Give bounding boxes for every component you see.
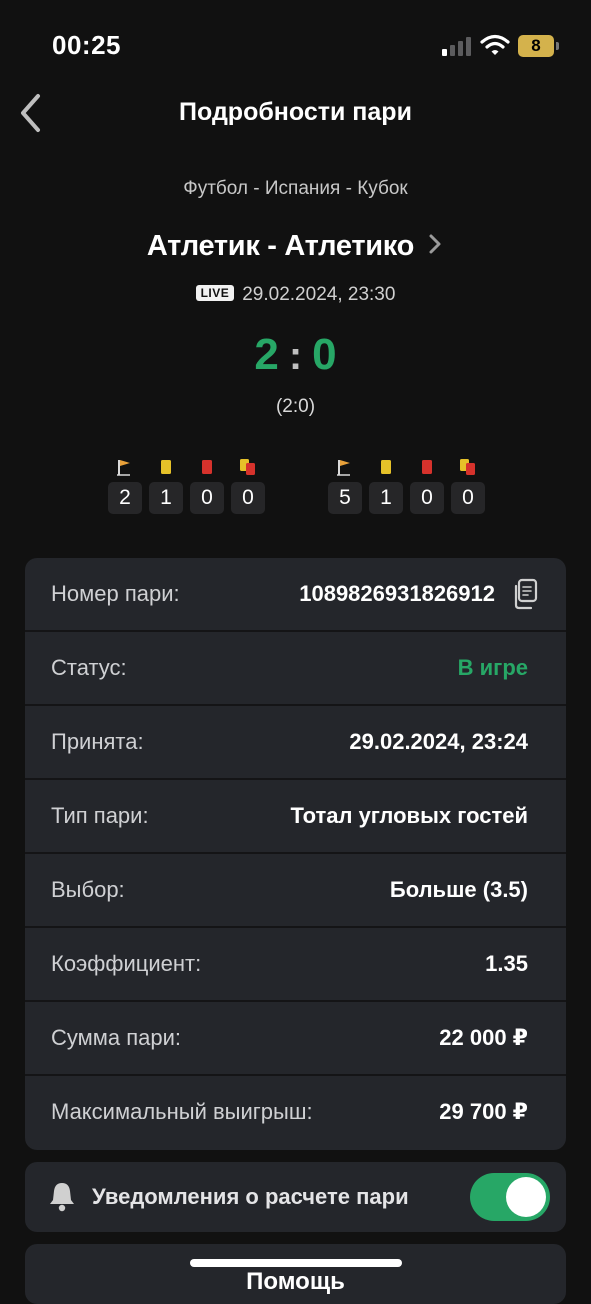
max-win-label: Максимальный выигрыш:	[51, 1099, 313, 1124]
yellow-card-icon	[381, 460, 391, 474]
selection-label: Выбор:	[51, 877, 125, 902]
wifi-icon	[480, 34, 510, 55]
notification-toggle[interactable]	[470, 1173, 550, 1221]
bet-details-card: Номер пари: 1089826931826912 Статус: В и…	[25, 558, 566, 1150]
accepted-label: Принята:	[51, 729, 144, 754]
bell-icon	[50, 1183, 74, 1212]
home-yellow-value: 1	[149, 482, 183, 514]
home-yellow-stat: 1	[149, 456, 183, 518]
odds-label: Коэффициент:	[51, 951, 202, 976]
home-red-stat: 0	[190, 456, 224, 518]
status-time: 00:25	[52, 30, 121, 60]
bet-number-value: 1089826931826912	[299, 581, 495, 606]
max-win-value: 29 700 ₽	[439, 1099, 528, 1124]
help-label: Помощь	[246, 1268, 345, 1295]
away-yellow-value: 1	[369, 482, 403, 514]
status-bar: 00:25 8	[0, 0, 591, 90]
match-datetime: 29.02.2024, 23:30	[242, 284, 396, 305]
away-red-value: 0	[410, 482, 444, 514]
stake-value: 22 000 ₽	[439, 1025, 528, 1050]
help-button[interactable]: Помощь	[25, 1244, 566, 1304]
detail-row-selection: Выбор: Больше (3.5)	[25, 854, 566, 928]
page-title: Подробности пари	[179, 98, 412, 126]
teams-label: Атлетик - Атлетико	[146, 230, 415, 262]
home-red-value: 0	[190, 482, 224, 514]
chevron-right-icon	[429, 234, 441, 254]
home-corners-stat: 2	[108, 456, 142, 518]
yellow-card-icon	[161, 460, 171, 474]
match-datetime-line: LIVE 29.02.2024, 23:30	[0, 284, 591, 306]
corner-flag-icon	[117, 460, 130, 476]
bet-number-label: Номер пари:	[51, 581, 180, 606]
away-team-stats: 5 1 0 0	[328, 456, 488, 518]
accepted-value: 29.02.2024, 23:24	[349, 729, 528, 754]
detail-row-stake: Сумма пари: 22 000 ₽	[25, 1002, 566, 1076]
red-card-icon	[422, 460, 432, 474]
score-home: 2	[254, 330, 279, 379]
second-yellow-card-icon	[460, 459, 475, 475]
match-teams-link[interactable]: Атлетик - Атлетико	[0, 230, 591, 263]
copy-icon[interactable]	[510, 578, 540, 610]
home-team-stats: 2 1 0 0	[108, 456, 268, 518]
toggle-knob	[506, 1177, 546, 1217]
detail-row-bet-type: Тип пари: Тотал угловых гостей	[25, 780, 566, 854]
away-corners-stat: 5	[328, 456, 362, 518]
away-yellow-stat: 1	[369, 456, 403, 518]
stake-label: Сумма пари:	[51, 1025, 182, 1050]
breadcrumb: Футбол - Испания - Кубок	[183, 178, 408, 199]
detail-row-bet-number: Номер пари: 1089826931826912	[25, 558, 566, 632]
halftime-score: (2:0)	[275, 396, 316, 417]
battery-level: 8	[531, 36, 541, 55]
detail-row-accepted: Принята: 29.02.2024, 23:24	[25, 706, 566, 780]
detail-row-odds: Коэффициент: 1.35	[25, 928, 566, 1002]
home-second-yellow-value: 0	[231, 482, 265, 514]
status-value: В игре	[457, 655, 528, 680]
bet-type-label: Тип пари:	[51, 803, 149, 828]
red-card-icon	[202, 460, 212, 474]
score-away: 0	[312, 330, 337, 379]
status-label: Статус:	[51, 655, 127, 680]
home-indicator	[190, 1259, 402, 1267]
notification-setting: Уведомления о расчете пари	[25, 1162, 566, 1232]
away-second-yellow-value: 0	[451, 482, 485, 514]
cellular-signal-icon	[442, 37, 471, 56]
score-separator: :	[288, 334, 303, 378]
home-second-yellow-stat: 0	[231, 456, 265, 518]
battery-icon: 8	[518, 35, 559, 57]
away-second-yellow-stat: 0	[451, 456, 485, 518]
notification-label: Уведомления о расчете пари	[92, 1184, 409, 1209]
bet-type-value: Тотал угловых гостей	[290, 803, 528, 828]
selection-value: Больше (3.5)	[389, 877, 528, 902]
away-red-stat: 0	[410, 456, 444, 518]
odds-value: 1.35	[485, 951, 528, 976]
detail-row-status: Статус: В игре	[25, 632, 566, 706]
corner-flag-icon	[337, 460, 350, 476]
live-badge: LIVE	[195, 285, 235, 301]
detail-row-max-win: Максимальный выигрыш: 29 700 ₽	[25, 1076, 566, 1150]
home-corners-value: 2	[108, 482, 142, 514]
match-score: 2:0	[0, 330, 591, 380]
nav-bar: Подробности пари	[0, 90, 591, 140]
second-yellow-card-icon	[240, 459, 255, 475]
away-corners-value: 5	[328, 482, 362, 514]
